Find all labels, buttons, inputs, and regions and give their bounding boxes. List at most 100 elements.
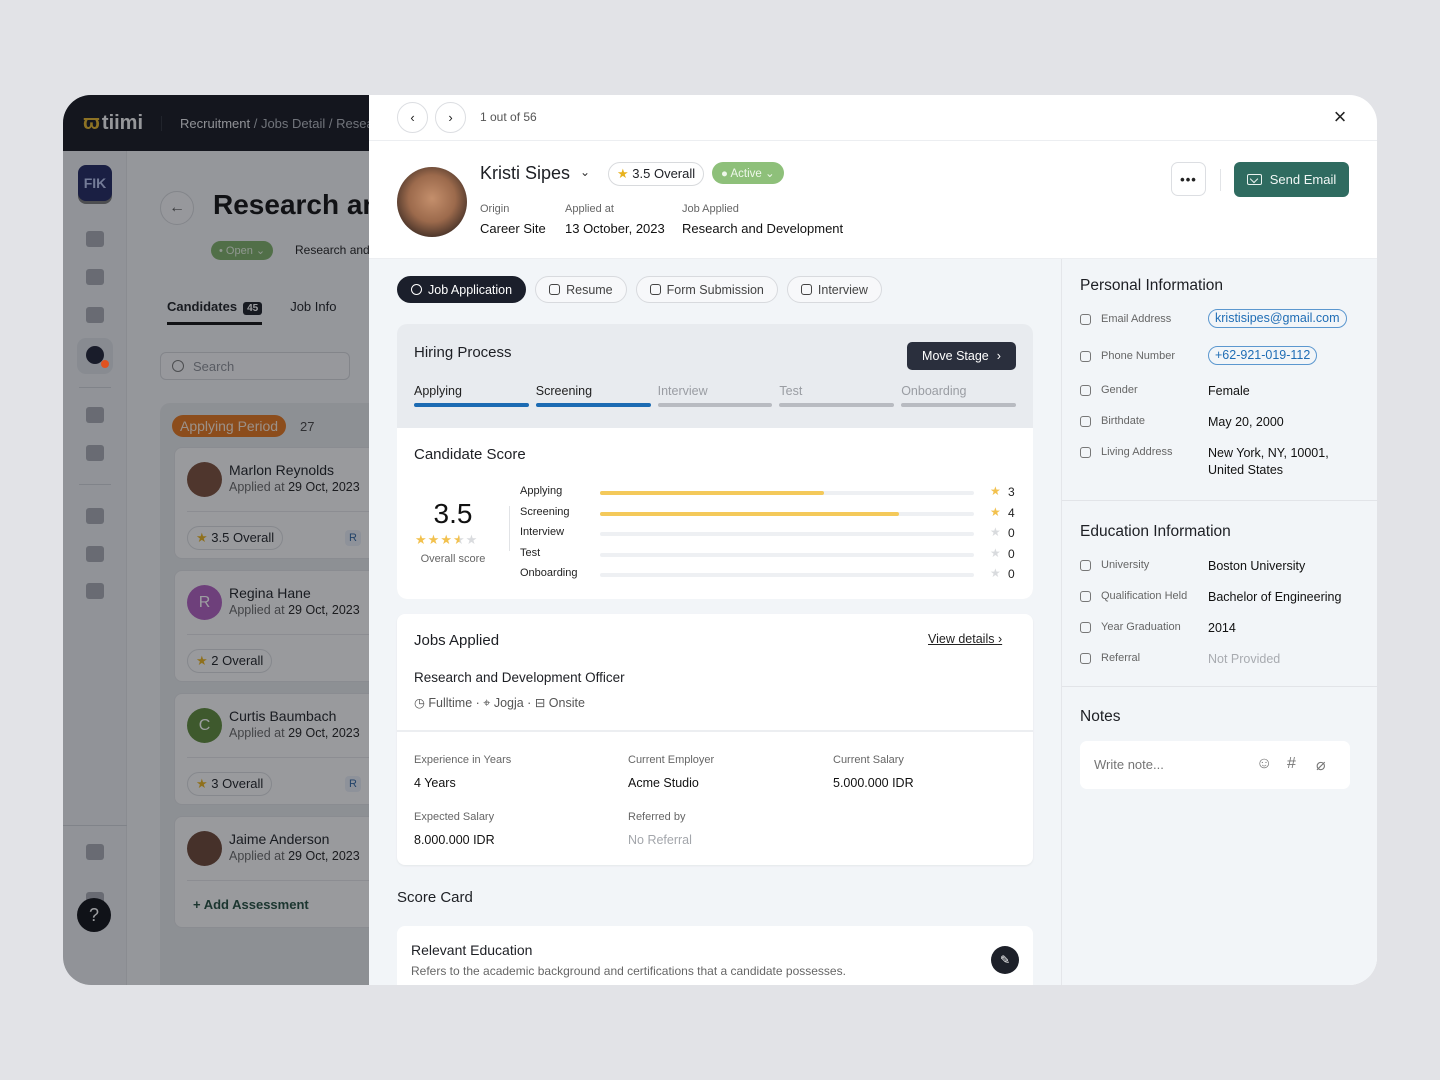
stage-applying[interactable]: Applying xyxy=(414,384,529,407)
experience-field: Experience in Years 4 Years xyxy=(414,754,512,790)
star-icon: ★ xyxy=(452,532,466,547)
score-row-label: Onboarding xyxy=(520,567,578,579)
tab-interview[interactable]: Interview xyxy=(786,276,882,303)
paperclip-icon[interactable]: ⌀ xyxy=(1316,755,1326,775)
score-card-title: Score Card xyxy=(397,889,473,906)
star-rating: ★★★★★ xyxy=(415,532,478,548)
view-details-link[interactable]: View details › xyxy=(928,632,1002,646)
chevron-down-icon[interactable]: ⌄ xyxy=(580,165,590,179)
background-page: ϖtiimi Recruitment / Jobs Detail / Resea… xyxy=(63,95,369,985)
location-icon: ⌖ xyxy=(483,696,491,710)
overall-score-label: Overall score xyxy=(420,553,486,565)
tab-form-submission[interactable]: Form Submission xyxy=(635,276,778,303)
edit-button[interactable]: ✎ xyxy=(991,946,1019,974)
personal-information-section: Personal Information Email Address kristi… xyxy=(1062,259,1377,501)
info-row-birthdate: Birthdate May 20, 2000 xyxy=(1080,413,1370,433)
referred-by-field: Referred by No Referral xyxy=(628,811,692,847)
info-label: Living Address xyxy=(1101,446,1173,458)
candidate-avatar xyxy=(397,167,467,237)
origin-field: Origin Career Site xyxy=(480,203,546,236)
star-icon: ★ xyxy=(427,532,441,547)
gender-icon xyxy=(1080,385,1091,396)
status-dropdown[interactable]: ● Active ⌄ xyxy=(712,162,784,184)
stage-bar xyxy=(414,403,529,407)
divider xyxy=(397,730,1033,732)
info-value: Boston University xyxy=(1208,559,1306,573)
stage-bar xyxy=(535,403,651,407)
send-email-button[interactable]: Send Email xyxy=(1234,162,1349,197)
score-row-value: 4 xyxy=(1008,505,1015,520)
divider xyxy=(509,506,510,551)
app-window: ϖtiimi Recruitment / Jobs Detail / Resea… xyxy=(63,95,1377,985)
info-value[interactable]: +62-921-019-112 xyxy=(1208,346,1318,365)
more-options-button[interactable]: ••• xyxy=(1171,162,1206,196)
score-row-value: 0 xyxy=(1008,526,1015,540)
star-icon: ★ xyxy=(990,484,1001,498)
stage-label: Onboarding xyxy=(901,384,967,398)
info-row-living-address: Living Address New York, NY, 10001, United… xyxy=(1080,444,1370,477)
move-stage-button[interactable]: Move Stage › xyxy=(907,342,1016,370)
star-icon: ★ xyxy=(990,525,1001,539)
application-pane: Job Application Resume Form Submission I… xyxy=(369,259,1061,985)
current-employer-field: Current Employer Acme Studio xyxy=(628,754,715,790)
info-value: Not Provided xyxy=(1208,652,1281,666)
info-label: Email Address xyxy=(1101,313,1172,325)
close-button[interactable]: × xyxy=(1329,106,1351,128)
score-row-label: Applying xyxy=(520,485,563,497)
info-value: May 20, 2000 xyxy=(1208,415,1284,429)
stage-onboarding[interactable]: Onboarding xyxy=(901,384,1016,407)
next-button[interactable]: › xyxy=(435,102,466,133)
info-value: 2014 xyxy=(1208,621,1236,635)
score-bar-track xyxy=(600,491,974,495)
cake-icon xyxy=(1080,416,1091,427)
overall-score-badge: ★ 3.5 Overall xyxy=(608,162,705,186)
score-row-value: 0 xyxy=(1008,567,1015,581)
overall-score-value: 3.5 xyxy=(433,498,473,529)
current-salary-field: Current Salary 5.000.000 IDR xyxy=(833,754,914,790)
certificate-icon xyxy=(1080,591,1091,602)
modal-overlay[interactable] xyxy=(63,95,369,985)
chevron-right-icon: › xyxy=(996,349,1001,363)
star-icon: ★ xyxy=(990,504,1001,519)
graduation-cap-icon xyxy=(1080,622,1091,633)
chevron-left-icon: ‹ xyxy=(410,110,415,125)
drawer-tabs: Job Application Resume Form Submission I… xyxy=(397,276,882,303)
personal-information-title: Personal Information xyxy=(1080,277,1224,294)
info-value[interactable]: kristisipes@gmail.com xyxy=(1208,309,1347,328)
pager-text: 1 out of 56 xyxy=(480,110,537,124)
hashtag-icon[interactable]: # xyxy=(1287,755,1296,773)
info-row-gender: Gender Female xyxy=(1080,382,1370,402)
star-icon: ★ xyxy=(990,566,1001,580)
education-information-title: Education Information xyxy=(1080,523,1231,540)
hiring-process-title: Hiring Process xyxy=(414,344,512,361)
score-row-value: 0 xyxy=(1008,546,1015,561)
notes-title: Notes xyxy=(1080,708,1121,725)
candidate-profile: Kristi Sipes ⌄ ★ 3.5 Overall ● Active ⌄ … xyxy=(369,141,1377,259)
clock-icon: ◷ xyxy=(414,696,425,710)
star-icon: ★ xyxy=(990,545,1001,560)
emoji-icon[interactable]: ☺ xyxy=(1256,755,1272,773)
previous-button[interactable]: ‹ xyxy=(397,102,428,133)
info-row-referral: Referral Not Provided xyxy=(1080,650,1370,670)
stage-label: Applying xyxy=(414,384,462,398)
info-value: New York, NY, 10001, United States xyxy=(1208,446,1329,477)
info-label: Referral xyxy=(1101,652,1141,664)
info-pane: Personal Information Email Address kristi… xyxy=(1061,259,1377,985)
info-row-year-graduation: Year Graduation 2014 xyxy=(1080,619,1370,639)
job-meta: ◷ Fulltime · ⌖ Jogja · ⊟ Onsite xyxy=(414,696,585,710)
note-input[interactable] xyxy=(1094,757,1244,772)
notes-box: ☺ # ⌀ xyxy=(1080,741,1350,789)
candidate-drawer: ‹ › 1 out of 56 × Kristi Sipes ⌄ ★ 3.5 O… xyxy=(369,95,1377,985)
tab-resume[interactable]: Resume xyxy=(535,276,627,303)
score-bar-track xyxy=(600,573,974,577)
star-icon: ★ xyxy=(440,532,453,547)
tab-job-application[interactable]: Job Application xyxy=(397,276,527,303)
divider xyxy=(1220,169,1221,191)
phone-icon xyxy=(1080,351,1091,362)
stage-test[interactable]: Test xyxy=(779,384,895,407)
mail-icon xyxy=(1080,314,1091,325)
score-row-label: Test xyxy=(520,546,541,559)
stage-interview[interactable]: Interview xyxy=(657,384,773,407)
stage-label: Screening xyxy=(535,384,593,398)
stage-screening[interactable]: Screening xyxy=(535,384,651,407)
